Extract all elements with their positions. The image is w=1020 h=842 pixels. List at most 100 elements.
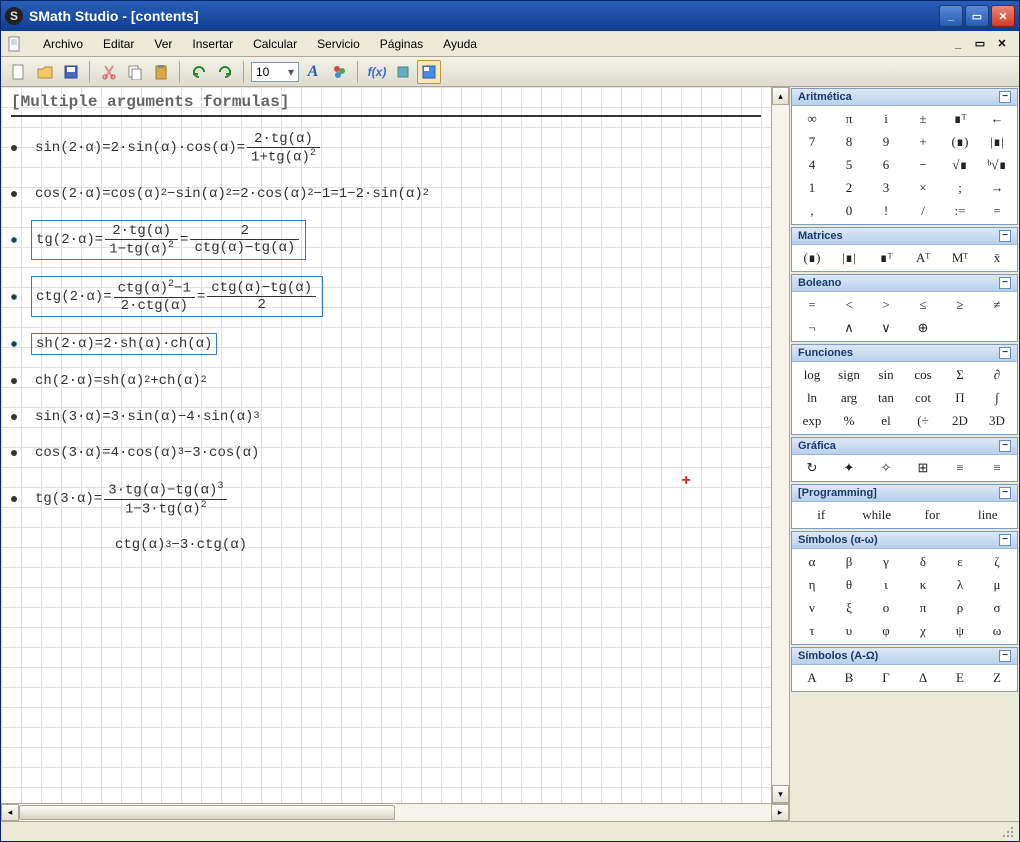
palette-cell[interactable]: ω (979, 620, 1015, 642)
copy-button[interactable] (123, 60, 147, 84)
scroll-thumb[interactable] (19, 805, 395, 820)
palette-cell[interactable]: ⊞ (905, 457, 941, 479)
palette-cell[interactable]: := (942, 200, 978, 222)
mdi-close-button[interactable]: ✕ (993, 35, 1011, 53)
maximize-button[interactable]: ▭ (965, 5, 989, 27)
palette-cell[interactable]: ε (942, 551, 978, 573)
palette-cell[interactable]: ! (868, 200, 904, 222)
formula-7[interactable]: sin(3·α)=3·sin(α)−4·sin(α)3 (31, 407, 263, 427)
palette-cell[interactable]: + (905, 131, 941, 153)
formula-8[interactable]: cos(3·α)=4·cos(α)3−3·cos(α) (31, 443, 263, 463)
panel-header[interactable]: Aritmética− (792, 89, 1017, 106)
palette-cell[interactable]: ∧ (831, 317, 867, 339)
palette-cell[interactable]: 2D (942, 410, 978, 432)
panel-header[interactable]: Matrices− (792, 228, 1017, 245)
palette-cell[interactable]: ⊕ (905, 317, 941, 339)
panel-header[interactable]: [Programming]− (792, 485, 1017, 502)
collapse-button[interactable]: − (999, 230, 1011, 242)
palette-cell[interactable]: el (868, 410, 904, 432)
palette-cell[interactable]: B (831, 667, 867, 689)
palette-cell[interactable]: κ (905, 574, 941, 596)
scroll-up-button[interactable]: ▴ (772, 87, 789, 105)
resize-grip[interactable] (1001, 825, 1015, 839)
palette-cell[interactable]: < (831, 294, 867, 316)
palette-cell[interactable]: / (905, 200, 941, 222)
scroll-right-button[interactable]: ▸ (771, 804, 789, 821)
dropdown-icon[interactable]: ▾ (288, 65, 294, 79)
paste-button[interactable] (149, 60, 173, 84)
horizontal-scrollbar[interactable]: ◂ ▸ (1, 803, 789, 821)
formula-6[interactable]: ch(2·α)=sh(α)2+ch(α)2 (31, 371, 211, 391)
menu-servicio[interactable]: Servicio (307, 34, 370, 54)
formula-5[interactable]: sh(2·α)=2·sh(α)·ch(α) (31, 333, 217, 355)
palette-cell[interactable]: ζ (979, 551, 1015, 573)
palette-cell[interactable]: ; (942, 177, 978, 199)
palette-cell[interactable]: (∎) (794, 247, 830, 269)
panel-header[interactable]: Símbolos (α-ω)− (792, 532, 1017, 549)
scroll-left-button[interactable]: ◂ (1, 804, 19, 821)
palette-cell[interactable]: Mᵀ (942, 247, 978, 269)
palette-cell[interactable]: φ (868, 620, 904, 642)
redo-button[interactable] (213, 60, 237, 84)
palette-cell[interactable]: E (942, 667, 978, 689)
palette-cell[interactable]: − (905, 154, 941, 176)
menu-ayuda[interactable]: Ayuda (433, 34, 487, 54)
scroll-track[interactable] (19, 804, 771, 821)
palette-cell[interactable]: α (794, 551, 830, 573)
font-size-input[interactable]: 10▾ (251, 62, 299, 82)
menu-insertar[interactable]: Insertar (182, 34, 243, 54)
formula-10[interactable]: ctg(α)3−3·ctg(α) (111, 535, 251, 555)
palette-cell[interactable]: 5 (831, 154, 867, 176)
palette-cell[interactable]: ↻ (794, 457, 830, 479)
new-button[interactable] (7, 60, 31, 84)
palette-cell[interactable]: ≥ (942, 294, 978, 316)
palette-cell[interactable] (979, 317, 1015, 339)
palette-cell[interactable]: if (794, 504, 849, 526)
collapse-button[interactable]: − (999, 487, 1011, 499)
palette-cell[interactable]: 3D (979, 410, 1015, 432)
palette-cell[interactable]: → (979, 177, 1015, 199)
panel-header[interactable]: Boleano− (792, 275, 1017, 292)
palette-cell[interactable]: √∎ (942, 154, 978, 176)
palette-cell[interactable]: ✧ (868, 457, 904, 479)
collapse-button[interactable]: − (999, 650, 1011, 662)
function-button[interactable]: f(x) (365, 60, 389, 84)
font-format-button[interactable]: A (301, 60, 325, 84)
palette-cell[interactable]: sin (868, 364, 904, 386)
panel-header[interactable]: Símbolos (A-Ω)− (792, 648, 1017, 665)
palette-cell[interactable]: 9 (868, 131, 904, 153)
panel-header[interactable]: Funciones− (792, 345, 1017, 362)
palette-cell[interactable]: line (961, 504, 1016, 526)
palette-cell[interactable]: γ (868, 551, 904, 573)
palette-cell[interactable]: = (979, 200, 1015, 222)
palette-cell[interactable]: cos (905, 364, 941, 386)
palette-cell[interactable]: ∎ᵀ (868, 247, 904, 269)
palette-cell[interactable]: arg (831, 387, 867, 409)
palette-cell[interactable]: ✦ (831, 457, 867, 479)
menu-paginas[interactable]: Páginas (370, 34, 433, 54)
formula-1[interactable]: sin(2·α)=2·sin(α)·cos(α)=2·tg(α)1+tg(α)2 (31, 129, 326, 168)
palette-cell[interactable]: i (868, 108, 904, 130)
open-button[interactable] (33, 60, 57, 84)
palette-cell[interactable]: |∎| (831, 247, 867, 269)
palette-cell[interactable]: (∎) (942, 131, 978, 153)
close-button[interactable]: ✕ (991, 5, 1015, 27)
palette-cell[interactable]: ≤ (905, 294, 941, 316)
collapse-button[interactable]: − (999, 534, 1011, 546)
palette-cell[interactable]: Π (942, 387, 978, 409)
palette-cell[interactable]: ι (868, 574, 904, 596)
palette-cell[interactable]: μ (979, 574, 1015, 596)
palette-cell[interactable]: Γ (868, 667, 904, 689)
palette-cell[interactable]: (÷ (905, 410, 941, 432)
formula-9[interactable]: tg(3·α)=3·tg(α)−tg(α)31−3·tg(α)2 (31, 479, 233, 519)
palette-cell[interactable]: x̄ (979, 247, 1015, 269)
palette-cell[interactable]: A (794, 667, 830, 689)
palette-cell[interactable]: ν (794, 597, 830, 619)
palette-cell[interactable] (942, 317, 978, 339)
palette-cell[interactable]: ← (979, 108, 1015, 130)
palette-cell[interactable]: sign (831, 364, 867, 386)
palette-cell[interactable]: ¬ (794, 317, 830, 339)
palette-cell[interactable]: 7 (794, 131, 830, 153)
mdi-minimize-button[interactable]: _ (949, 35, 967, 53)
palette-cell[interactable]: Aᵀ (905, 247, 941, 269)
